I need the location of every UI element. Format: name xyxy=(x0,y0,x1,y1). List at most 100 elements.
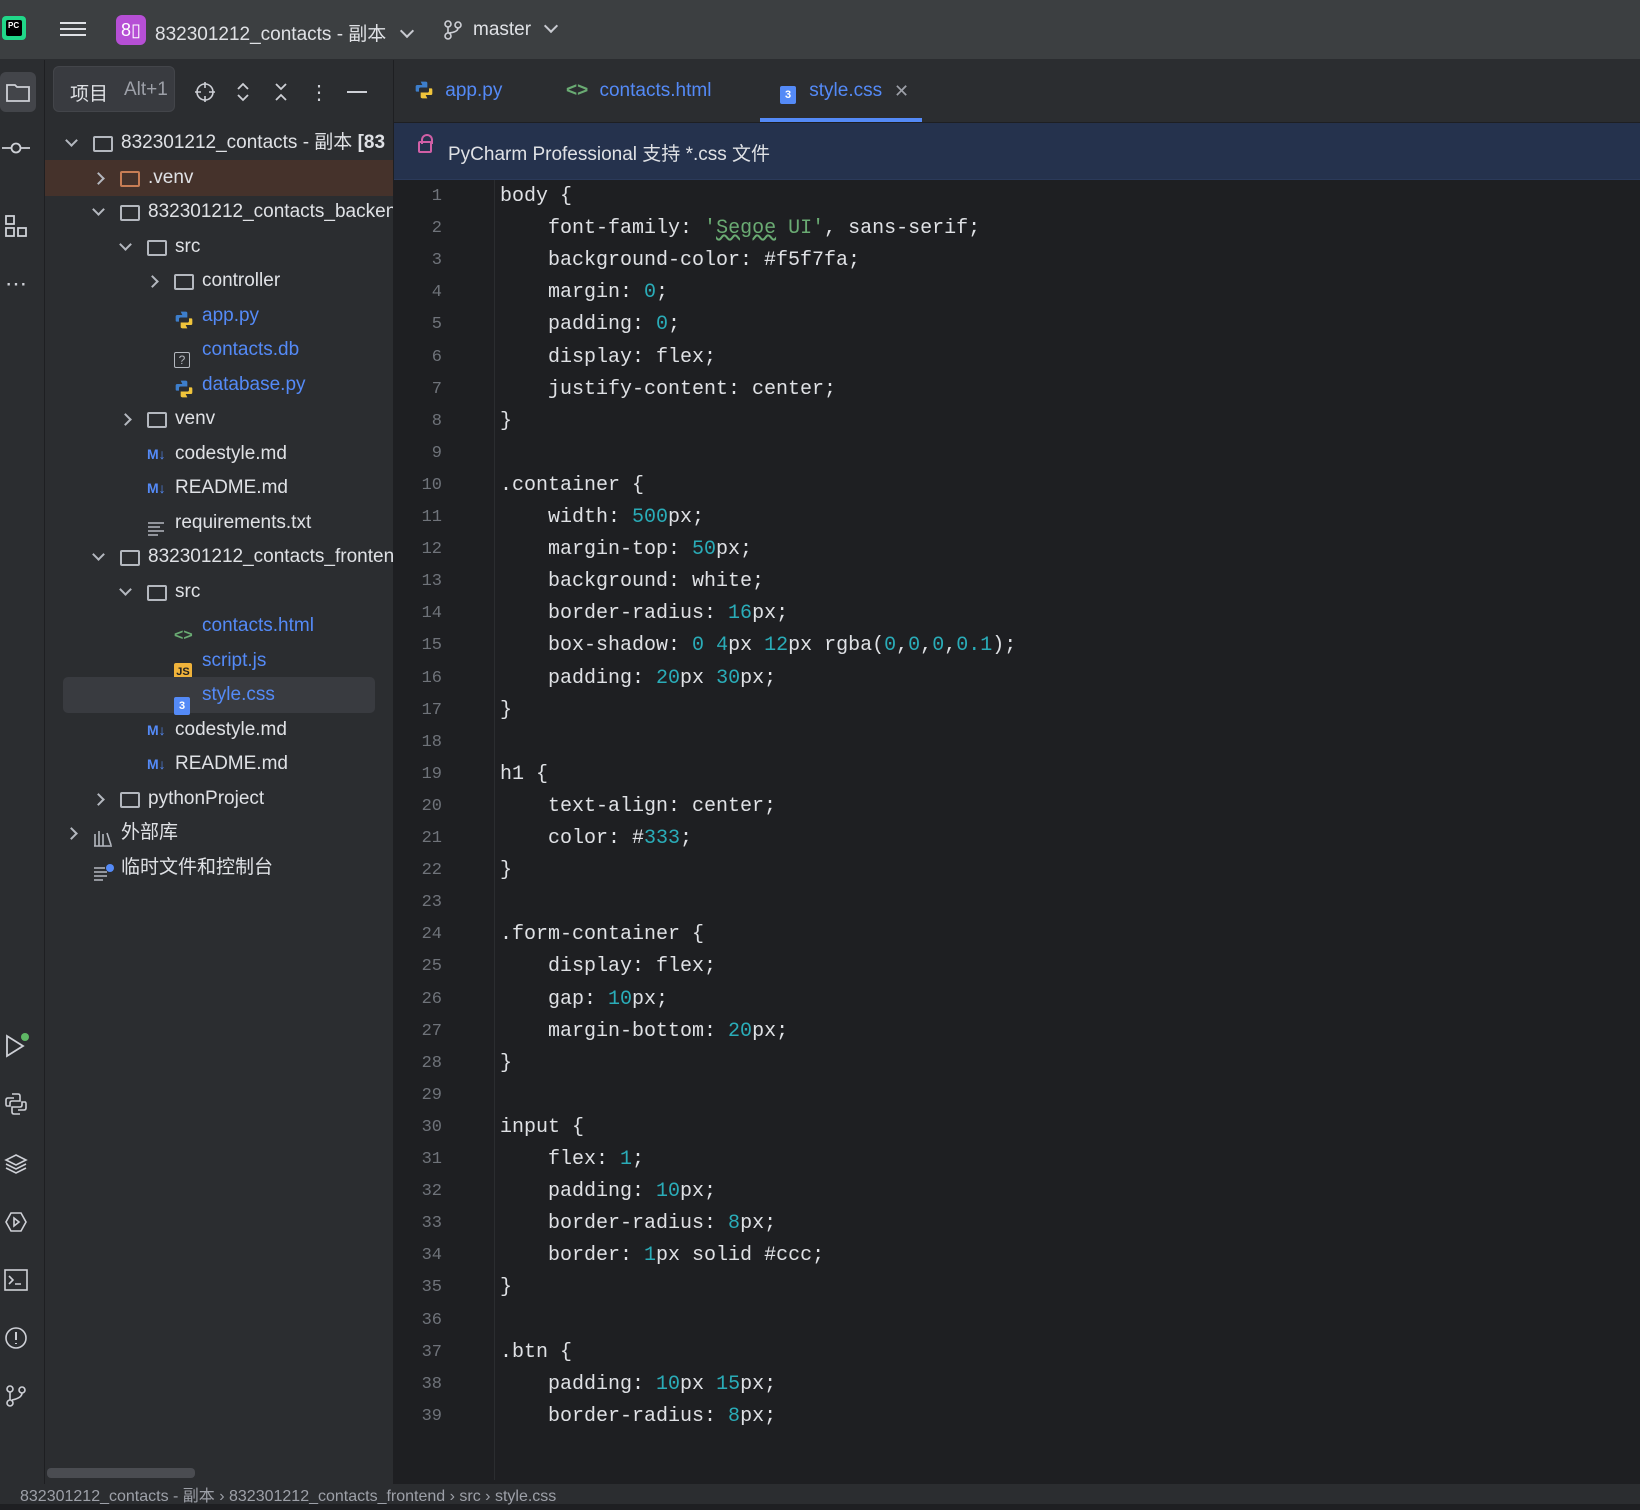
code-line[interactable]: 30 input { xyxy=(394,1111,1640,1144)
tree-item[interactable]: 832301212_contacts_backen xyxy=(45,194,393,230)
chevron-down-icon[interactable] xyxy=(65,134,78,147)
line-number: 32 xyxy=(421,1182,442,1202)
code-line[interactable]: 22} xyxy=(394,854,1640,887)
tree-item[interactable]: 3 style.css xyxy=(63,677,375,715)
structure-icon[interactable] xyxy=(0,210,32,242)
branch-switcher[interactable]: master xyxy=(473,18,559,41)
code-line[interactable]: 11 width: 500px; xyxy=(394,501,1640,534)
code-line[interactable]: 7 justify-content: center; xyxy=(394,373,1640,406)
git-icon[interactable] xyxy=(0,1380,32,1412)
code-line[interactable]: 17} xyxy=(394,694,1640,727)
status-breadcrumb[interactable]: 832301212_contacts - 副本 › 832301212_cont… xyxy=(20,1488,556,1505)
chevron-right-icon[interactable] xyxy=(92,792,105,806)
tab-style-css[interactable]: 3 style.css xyxy=(759,60,923,122)
code-line[interactable]: 3 background-color: #f5f7fa; xyxy=(394,244,1640,277)
code-line[interactable]: 23 xyxy=(394,886,1640,919)
tree-item[interactable]: 临时文件和控制台 xyxy=(45,850,393,886)
code-line[interactable]: 39 border-radius: 8px; xyxy=(394,1400,1640,1433)
chevron-down-icon[interactable] xyxy=(119,582,132,596)
code-line[interactable]: 32 padding: 10px; xyxy=(394,1175,1640,1208)
tree-item[interactable]: .venv xyxy=(45,159,393,196)
code-line[interactable]: 8} xyxy=(394,405,1640,438)
tree-item[interactable]: JS script.js xyxy=(45,643,393,681)
tree-item[interactable]: <> contacts.html xyxy=(45,608,393,644)
code-line[interactable]: 1 body { xyxy=(394,180,1640,213)
code-line[interactable]: 19 h1 { xyxy=(394,758,1640,791)
close-tab-icon[interactable]: ✕ xyxy=(894,60,909,122)
hide-panel-icon[interactable] xyxy=(345,80,369,104)
options-icon[interactable]: ⋮ xyxy=(307,80,331,104)
tree-item[interactable]: M↓ codestyle.md xyxy=(45,436,393,472)
code-line[interactable]: 38 padding: 10px 15px; xyxy=(394,1368,1640,1401)
code-line[interactable]: 13 background: white; xyxy=(394,565,1640,598)
tree-item[interactable]: ? contacts.db xyxy=(45,332,393,368)
code-line[interactable]: 29 xyxy=(394,1079,1640,1112)
code-line[interactable]: 31 flex: 1; xyxy=(394,1143,1640,1176)
tree-item[interactable]: src xyxy=(45,574,393,610)
problems-icon[interactable] xyxy=(0,1322,32,1354)
tree-item[interactable]: M↓ README.md xyxy=(45,746,393,782)
code-line[interactable]: 6 display: flex; xyxy=(394,341,1640,374)
tab-app-py[interactable]: app.py xyxy=(414,60,502,122)
chevron-right-icon[interactable] xyxy=(146,275,159,288)
code-line[interactable]: 10 .container { xyxy=(394,469,1640,502)
code-line[interactable]: 36 xyxy=(394,1304,1640,1337)
chevron-right-icon[interactable] xyxy=(65,827,78,840)
services-icon[interactable] xyxy=(0,1206,32,1238)
more-tools-icon[interactable]: ⋯ xyxy=(0,268,32,300)
tree-item[interactable]: pythonProject xyxy=(45,781,393,817)
code-line[interactable]: 2 font-family: 'Segoe UI', sans-serif; xyxy=(394,212,1640,245)
tree-item[interactable]: src xyxy=(45,229,393,265)
tree-item[interactable]: 832301212_contacts_fronten xyxy=(45,539,393,575)
chevron-down-icon[interactable] xyxy=(92,548,105,561)
tree-item[interactable]: database.py xyxy=(45,367,393,403)
chevron-right-icon[interactable] xyxy=(119,413,132,426)
code-line[interactable]: 9 xyxy=(394,437,1640,470)
collapse-all-icon[interactable] xyxy=(269,80,293,104)
code-line[interactable]: 15 box-shadow: 0 4px 12px rgba(0,0,0,0.1… xyxy=(394,629,1640,662)
tree-item[interactable]: 832301212_contacts - 副本 [83 xyxy=(45,125,393,161)
code-line[interactable]: 14 border-radius: 16px; xyxy=(394,597,1640,630)
code-line[interactable]: 37 .btn { xyxy=(394,1336,1640,1369)
chevron-down-icon[interactable] xyxy=(92,203,105,216)
code-line[interactable]: 26 gap: 10px; xyxy=(394,983,1640,1016)
code-line[interactable]: 16 padding: 20px 30px; xyxy=(394,662,1640,695)
code-line[interactable]: 4 margin: 0; xyxy=(394,276,1640,309)
python-console-icon[interactable] xyxy=(0,1088,32,1120)
tree-item[interactable]: requirements.txt xyxy=(45,505,393,541)
chevron-right-icon[interactable] xyxy=(92,171,105,185)
code-text: width: 500px; xyxy=(500,506,705,529)
code-line[interactable]: 24 .form-container { xyxy=(394,918,1640,951)
locate-icon[interactable] xyxy=(193,80,217,104)
tree-item[interactable]: M↓ codestyle.md xyxy=(45,712,393,748)
tab-contacts-html[interactable]: <> contacts.html xyxy=(566,60,711,122)
tree-item[interactable]: venv xyxy=(45,401,393,437)
code-line[interactable]: 20 text-align: center; xyxy=(394,790,1640,823)
terminal-icon[interactable] xyxy=(0,1264,32,1296)
code-line[interactable]: 5 padding: 0; xyxy=(394,308,1640,341)
code-line[interactable]: 25 display: flex; xyxy=(394,950,1640,983)
project-switcher[interactable]: 832301212_contacts - 副本 xyxy=(155,19,414,46)
expand-all-icon[interactable] xyxy=(231,80,255,104)
run-icon[interactable] xyxy=(0,1030,32,1062)
code-line[interactable]: 28} xyxy=(394,1047,1640,1080)
chevron-down-icon[interactable] xyxy=(119,237,132,251)
code-line[interactable]: 18 xyxy=(394,726,1640,759)
code-line[interactable]: 35} xyxy=(394,1271,1640,1304)
tree-item[interactable]: 外部库 xyxy=(45,815,393,851)
code-line[interactable]: 21 color: #333; xyxy=(394,822,1640,855)
tree-item[interactable]: controller xyxy=(45,263,393,299)
layers-icon[interactable] xyxy=(0,1148,32,1180)
commit-icon[interactable] xyxy=(0,132,32,164)
horizontal-scrollbar[interactable] xyxy=(47,1468,195,1478)
code-line[interactable]: 33 border-radius: 8px; xyxy=(394,1207,1640,1240)
main-menu-icon[interactable] xyxy=(60,18,86,40)
code-line[interactable]: 34 border: 1px solid #ccc; xyxy=(394,1239,1640,1272)
tree-item[interactable]: app.py xyxy=(45,298,393,334)
project-badge[interactable]: 8▯ xyxy=(116,15,146,45)
code-line[interactable]: 27 margin-bottom: 20px; xyxy=(394,1015,1640,1048)
tree-item[interactable]: M↓ README.md xyxy=(45,470,393,506)
project-tab[interactable]: 项目 Alt+1 xyxy=(53,66,175,112)
project-folder-icon[interactable] xyxy=(0,72,36,112)
code-line[interactable]: 12 margin-top: 50px; xyxy=(394,533,1640,566)
